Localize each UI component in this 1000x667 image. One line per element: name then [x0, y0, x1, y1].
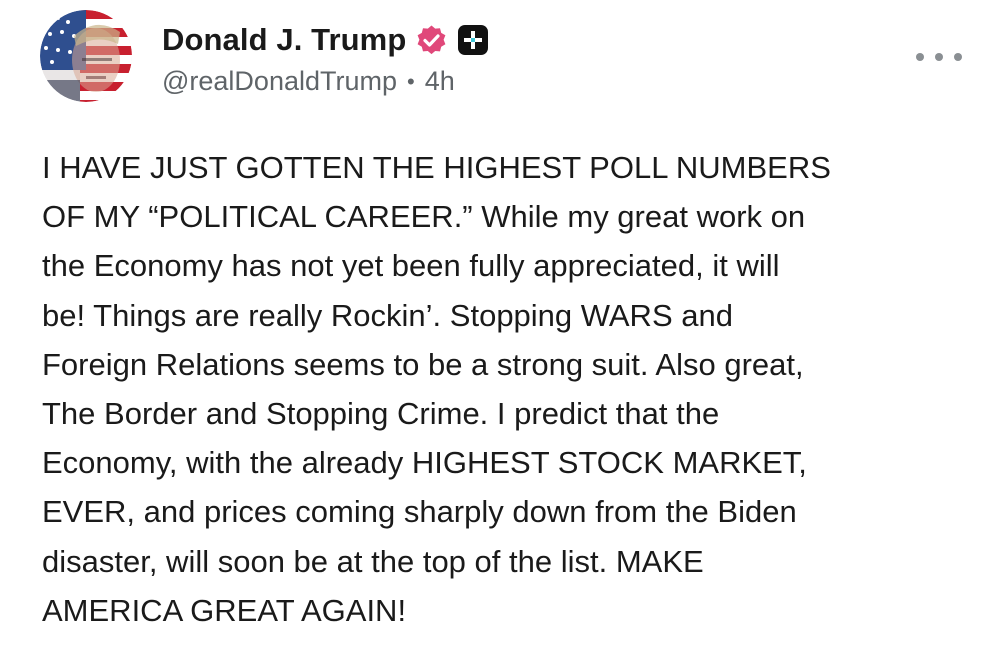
ellipsis-icon [954, 53, 962, 61]
more-options-button[interactable] [916, 45, 962, 69]
verified-check-icon [415, 24, 448, 57]
plus-badge-icon [457, 24, 489, 56]
author-display-name[interactable]: Donald J. Trump [162, 22, 406, 58]
separator-dot: • [407, 68, 415, 94]
ellipsis-icon [916, 53, 924, 61]
post-header: Donald J. Trump @realDonaldTrump • 4h [162, 18, 489, 104]
author-handle[interactable]: @realDonaldTrump [162, 66, 397, 97]
handle-row: @realDonaldTrump • 4h [162, 66, 489, 97]
name-row: Donald J. Trump [162, 18, 489, 62]
post-card: Donald J. Trump @realDonaldTrump • 4h I … [0, 0, 1000, 667]
post-body-text: I HAVE JUST GOTTEN THE HIGHEST POLL NUMB… [42, 150, 831, 628]
avatar[interactable] [40, 10, 132, 102]
avatar-image [40, 10, 132, 102]
post-timestamp[interactable]: 4h [425, 66, 455, 97]
ellipsis-icon [935, 53, 943, 61]
